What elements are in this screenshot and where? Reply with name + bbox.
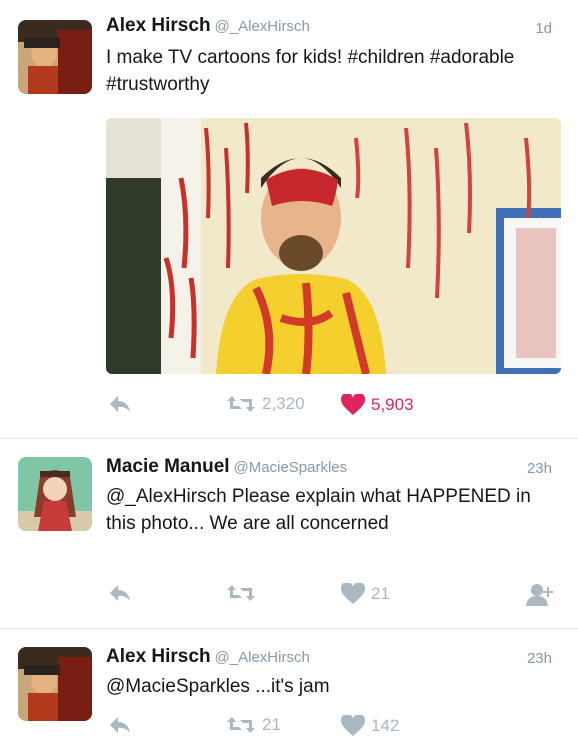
tweet-3[interactable]: Alex Hirsch @_AlexHirsch 23h @MacieSparkl…	[0, 629, 578, 750]
tweet-actions: 2,320 5,903	[0, 394, 578, 424]
user-handle[interactable]: @_AlexHirsch	[215, 18, 310, 35]
like-count: 21	[371, 584, 390, 603]
user-handle[interactable]: @_AlexHirsch	[215, 649, 310, 666]
retweet-icon	[227, 717, 255, 733]
user-handle[interactable]: @MacieSparkles	[234, 459, 348, 476]
tweet-text: I make TV cartoons for kids! #children #…	[106, 47, 515, 95]
tweet-photo[interactable]	[106, 118, 561, 374]
timestamp[interactable]: 1d	[535, 20, 552, 37]
display-name[interactable]: Alex Hirsch	[106, 15, 211, 36]
author-name[interactable]: Macie Manuel @MacieSparkles	[106, 456, 347, 478]
reply-icon	[110, 717, 130, 733]
tweet-actions: 21	[0, 583, 578, 613]
timestamp[interactable]: 23h	[527, 650, 552, 667]
avatar[interactable]	[18, 647, 92, 721]
follow-button[interactable]	[526, 583, 554, 607]
retweet-button[interactable]: 21	[226, 715, 281, 735]
heart-icon	[341, 583, 365, 604]
avatar[interactable]	[18, 457, 92, 531]
like-count: 142	[371, 716, 400, 735]
reply-button[interactable]	[108, 583, 132, 603]
retweet-button[interactable]: 2,320	[226, 394, 305, 414]
tweet-text: @MacieSparkles ...it's jam	[106, 676, 330, 697]
retweet-count: 2,320	[262, 394, 305, 413]
retweet-button[interactable]	[226, 583, 256, 603]
like-button[interactable]: 142	[341, 715, 399, 737]
reply-button[interactable]	[108, 394, 132, 414]
tweet-1[interactable]: Alex Hirsch @_AlexHirsch 1d I make TV car…	[0, 0, 578, 438]
retweet-count: 21	[262, 715, 281, 734]
author-name[interactable]: Alex Hirsch @_AlexHirsch	[106, 646, 310, 668]
like-count: 5,903	[371, 395, 414, 414]
display-name[interactable]: Alex Hirsch	[106, 646, 211, 667]
tweet-2[interactable]: Macie Manuel @MacieSparkles 23h @_AlexHir…	[0, 439, 578, 628]
retweet-icon	[227, 396, 255, 412]
heart-icon	[341, 394, 365, 415]
avatar[interactable]	[18, 20, 92, 94]
like-button[interactable]: 5,903	[341, 394, 414, 416]
tweet-actions: 21 142	[0, 715, 578, 745]
display-name[interactable]: Macie Manuel	[106, 456, 230, 477]
reply-icon	[110, 585, 130, 601]
author-name[interactable]: Alex Hirsch @_AlexHirsch	[106, 15, 310, 37]
retweet-icon	[227, 585, 255, 601]
tweet-text: @_AlexHirsch Please explain what HAPPENE…	[106, 486, 531, 534]
reply-button[interactable]	[108, 715, 132, 735]
timestamp[interactable]: 23h	[527, 460, 552, 477]
follow-icon	[526, 584, 553, 606]
like-button[interactable]: 21	[341, 583, 390, 605]
heart-icon	[341, 715, 365, 736]
reply-icon	[110, 396, 130, 412]
